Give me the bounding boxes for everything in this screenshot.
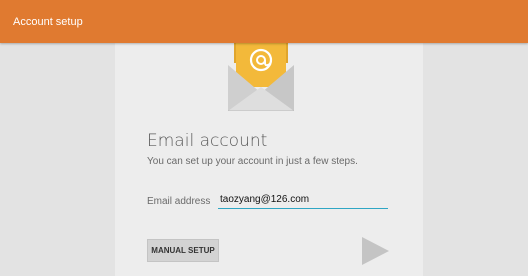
app-window: Account setup Email account You can set … bbox=[0, 0, 528, 276]
email-address-label: Email address bbox=[147, 196, 211, 207]
play-arrow-icon bbox=[362, 237, 389, 265]
email-envelope-icon bbox=[228, 43, 294, 111]
manual-setup-button[interactable]: MANUAL SETUP bbox=[147, 239, 219, 262]
email-address-field[interactable] bbox=[218, 190, 388, 209]
setup-card: Email account You can set up your accoun… bbox=[115, 43, 423, 276]
next-button[interactable] bbox=[360, 236, 390, 266]
page-heading: Email account bbox=[147, 131, 268, 151]
page-subtitle: You can set up your account in just a fe… bbox=[147, 156, 358, 167]
action-bar-title: Account setup bbox=[13, 16, 83, 28]
action-bar: Account setup bbox=[0, 0, 528, 43]
